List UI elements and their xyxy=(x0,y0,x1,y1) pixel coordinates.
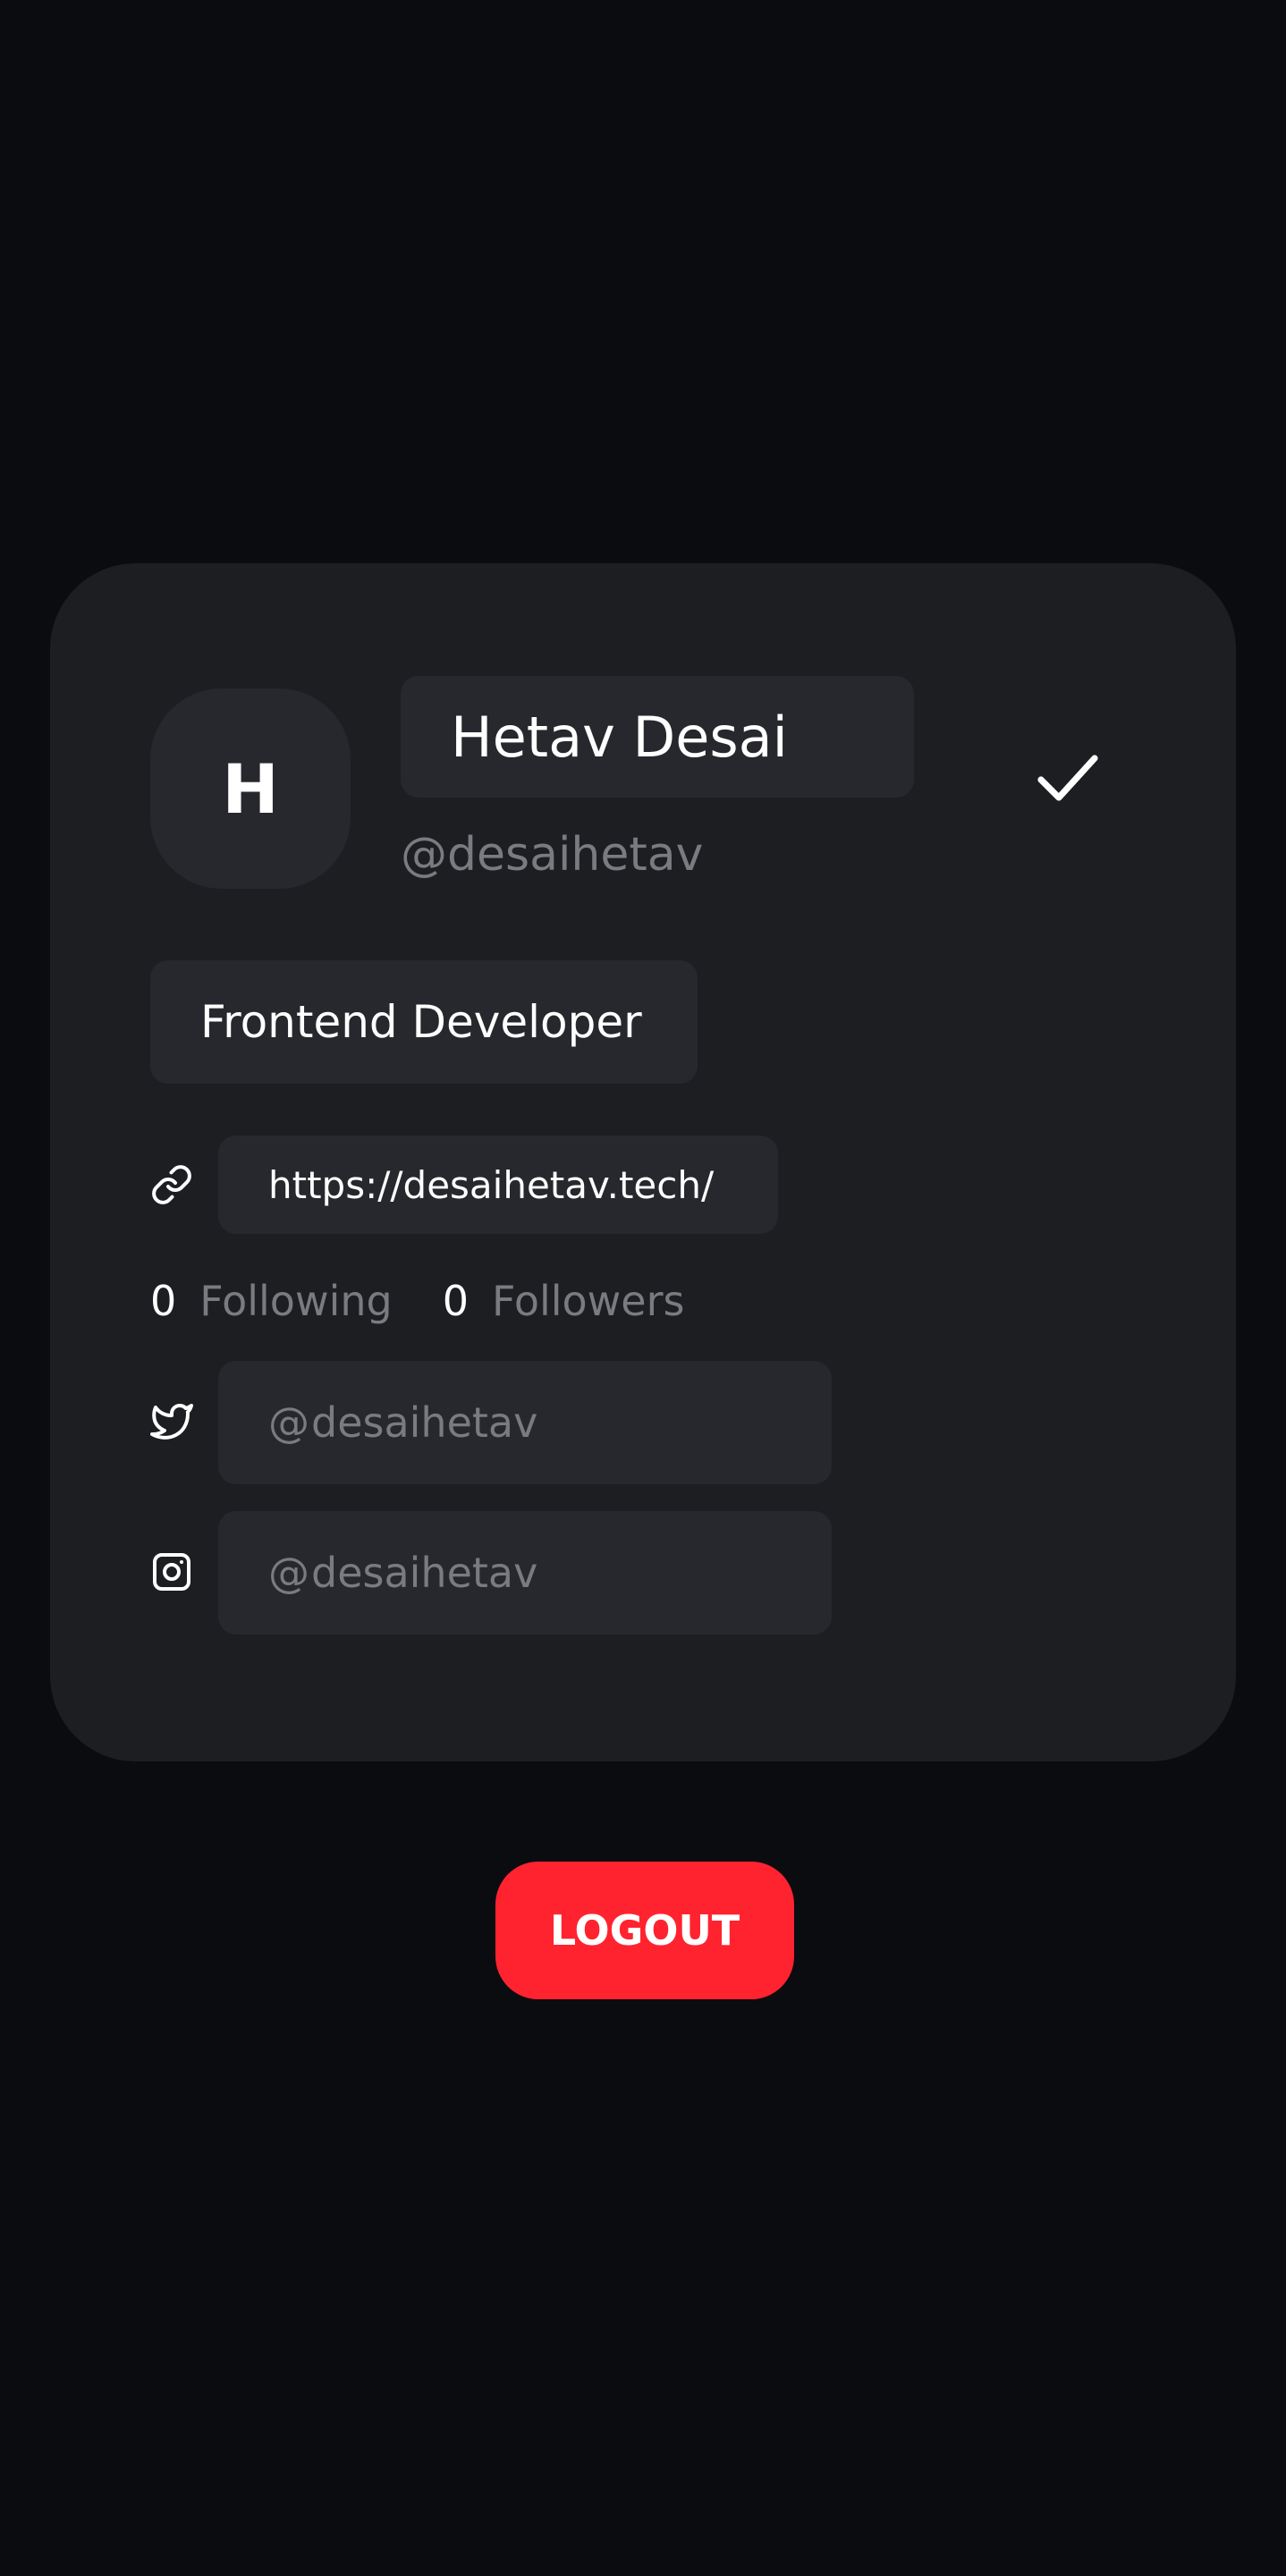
instagram-icon xyxy=(153,1553,190,1591)
check-icon[interactable] xyxy=(1025,735,1111,821)
followers-label[interactable]: Followers xyxy=(492,1277,684,1325)
username-handle: @desaihetav xyxy=(401,828,704,882)
twitter-at-symbol: @ xyxy=(268,1398,309,1447)
bio-value: Frontend Developer xyxy=(200,996,642,1048)
avatar: H xyxy=(150,688,351,889)
link-icon xyxy=(152,1165,191,1204)
followers-count: 0 xyxy=(442,1277,469,1325)
follow-stats: 0 Following 0 Followers xyxy=(150,1270,684,1332)
avatar-initial: H xyxy=(222,748,279,829)
twitter-value: desaihetav xyxy=(311,1398,538,1447)
instagram-at-symbol: @ xyxy=(268,1549,309,1597)
twitter-icon xyxy=(150,1403,193,1440)
profile-card: H Hetav Desai @desaihetav Frontend Devel… xyxy=(50,563,1236,1761)
following-label[interactable]: Following xyxy=(199,1277,392,1325)
following-count: 0 xyxy=(150,1277,177,1325)
name-input[interactable]: Hetav Desai xyxy=(401,676,914,798)
instagram-input[interactable]: @ desaihetav xyxy=(218,1511,832,1634)
bio-input[interactable]: Frontend Developer xyxy=(150,960,698,1084)
twitter-input[interactable]: @ desaihetav xyxy=(218,1361,832,1484)
website-input[interactable]: https://desaihetav.tech/ xyxy=(218,1136,778,1234)
logout-button[interactable]: LOGOUT xyxy=(495,1862,794,1999)
website-value: https://desaihetav.tech/ xyxy=(268,1162,715,1207)
instagram-value: desaihetav xyxy=(311,1549,538,1597)
name-value: Hetav Desai xyxy=(451,704,788,770)
